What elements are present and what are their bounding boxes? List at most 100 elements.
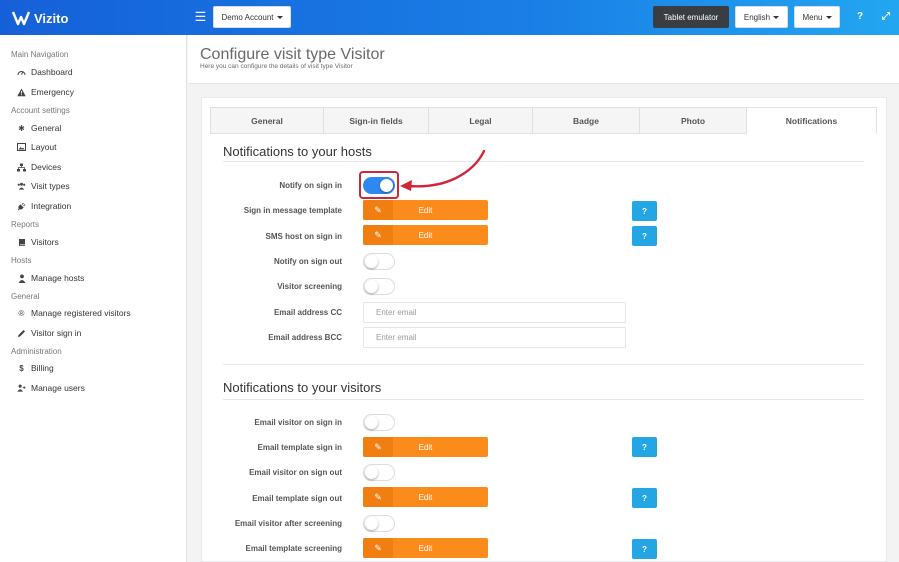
tab-general[interactable]: General	[210, 107, 323, 134]
notify-on-sign-out-label: Notify on sign out	[274, 257, 342, 266]
email-template-sign-in-edit-button[interactable]: ✎ Edit	[363, 437, 488, 457]
sms-host-on-sign-in-label: SMS host on sign in	[265, 232, 342, 241]
sidebar-item-label: General	[31, 123, 62, 133]
book-icon	[17, 238, 26, 247]
gear-icon: ✱	[18, 123, 25, 133]
menu-toggle-icon[interactable]: ☰	[194, 10, 207, 24]
chevron-down-icon	[773, 15, 780, 19]
sidebar-item-manage-users[interactable]: Manage users	[17, 381, 85, 395]
edit-label: Edit	[418, 230, 433, 240]
sidebar-item-manage-registered-visitors[interactable]: ® Manage registered visitors	[17, 306, 131, 320]
visitors-section-title: Notifications to your visitors	[223, 380, 382, 395]
tab-legal[interactable]: Legal	[428, 107, 532, 134]
sidebar-item-dashboard[interactable]: Dashboard	[17, 65, 73, 79]
sidebar-item-label: Layout	[31, 142, 57, 152]
sidebar-heading: Administration	[11, 347, 62, 356]
top-navbar: Vizito ☰ Demo Account Tablet emulator En…	[0, 0, 899, 35]
fullscreen-icon[interactable]: ⤢	[880, 11, 892, 23]
sidebar-item-visitor-sign-in[interactable]: Visitor sign in	[17, 326, 81, 340]
sidebar-item-integration[interactable]: Integration	[17, 199, 71, 213]
tablet-emulator-label: Tablet emulator	[663, 12, 719, 22]
notify-on-sign-in-label: Notify on sign in	[279, 181, 342, 190]
email-visitor-on-sign-in-label: Email visitor on sign in	[254, 418, 342, 427]
dashboard-icon	[17, 68, 26, 77]
email-template-screening-edit-button[interactable]: ✎ Edit	[363, 538, 488, 558]
sidebar-item-label: Visitors	[31, 237, 59, 247]
language-label: English	[743, 12, 771, 22]
sidebar-item-manage-hosts[interactable]: Manage hosts	[17, 271, 84, 285]
registered-icon: ®	[18, 308, 25, 318]
sidebar-item-layout[interactable]: Layout	[17, 140, 57, 154]
menu-label: Menu	[802, 12, 823, 22]
sidebar-item-general[interactable]: ✱ General	[17, 121, 61, 135]
sidebar-item-label: Dashboard	[31, 67, 73, 77]
edit-icon: ✎	[363, 225, 393, 245]
email-template-sign-out-edit-button[interactable]: ✎ Edit	[363, 487, 488, 507]
sign-in-message-template-label: Sign in message template	[243, 206, 342, 215]
visitor-screening-toggle[interactable]	[363, 278, 395, 295]
divider	[223, 161, 864, 162]
sidebar-heading: Hosts	[11, 256, 32, 265]
sign-in-message-template-edit-button[interactable]: ✎ Edit	[363, 200, 488, 220]
email-bcc-input[interactable]	[363, 327, 626, 348]
email-template-screening-label: Email template screening	[245, 544, 342, 553]
tab-sign-in-fields[interactable]: Sign-in fields	[323, 107, 428, 134]
email-template-screening-help-button[interactable]: ?	[632, 539, 657, 559]
toggle-knob	[365, 466, 378, 479]
email-template-sign-in-help-button[interactable]: ?	[632, 437, 657, 457]
divider	[223, 399, 864, 400]
sidebar-item-emergency[interactable]: Emergency	[17, 85, 74, 99]
vizito-logo-icon	[12, 11, 30, 26]
tab-badge[interactable]: Badge	[532, 107, 639, 134]
sitemap-icon	[17, 163, 26, 172]
email-visitor-on-sign-out-toggle[interactable]	[363, 464, 395, 481]
edit-label: Edit	[418, 492, 433, 502]
edit-label: Edit	[418, 205, 433, 215]
edit-icon: ✎	[363, 487, 393, 507]
tab-photo[interactable]: Photo	[639, 107, 746, 134]
edit-label: Edit	[418, 442, 433, 452]
notify-on-sign-out-toggle[interactable]	[363, 253, 395, 270]
account-dropdown[interactable]: Demo Account	[213, 6, 291, 28]
sidebar-heading: Account settings	[11, 106, 70, 115]
sidebar-item-visit-types[interactable]: Visit types	[17, 179, 70, 193]
sign-in-message-template-help-button[interactable]: ?	[632, 201, 657, 221]
email-template-sign-out-help-button[interactable]: ?	[632, 488, 657, 508]
annotation-arrow	[400, 149, 486, 191]
pencil-icon	[17, 329, 26, 338]
sidebar-heading: Reports	[11, 220, 40, 229]
sms-host-help-button[interactable]: ?	[632, 226, 657, 246]
sidebar-item-billing[interactable]: $ Billing	[17, 361, 54, 375]
tablet-emulator-button[interactable]: Tablet emulator	[653, 6, 729, 28]
email-visitor-on-sign-in-toggle[interactable]	[363, 414, 395, 431]
tab-label: Legal	[469, 115, 492, 126]
tab-label: General	[251, 115, 283, 126]
sidebar-item-label: Devices	[31, 162, 62, 172]
page-subtitle: Here you can configure the details of vi…	[200, 63, 353, 70]
tab-label: Badge	[573, 115, 599, 126]
chevron-down-icon	[825, 15, 832, 19]
sidebar-item-label: Manage registered visitors	[31, 308, 131, 318]
sidebar-item-label: Manage hosts	[31, 273, 85, 283]
sidebar-item-label: Integration	[31, 201, 72, 211]
email-cc-input[interactable]	[363, 302, 626, 323]
sidebar-item-visitors[interactable]: Visitors	[17, 235, 59, 249]
sidebar-item-label: Emergency	[31, 87, 74, 97]
email-bcc-label: Email address BCC	[268, 333, 342, 342]
email-visitor-on-sign-out-label: Email visitor on sign out	[249, 468, 342, 477]
hosts-section-title: Notifications to your hosts	[223, 144, 372, 159]
email-visitor-after-screening-toggle[interactable]	[363, 515, 395, 532]
page-header: Configure visit type Visitor Here you ca…	[188, 35, 899, 84]
tab-label: Notifications	[785, 115, 838, 126]
sms-host-edit-button[interactable]: ✎ Edit	[363, 225, 488, 245]
toggle-knob	[365, 255, 378, 268]
sidebar-item-devices[interactable]: Devices	[17, 160, 61, 174]
toggle-knob	[365, 517, 378, 530]
help-icon[interactable]: ?	[854, 11, 866, 23]
tab-bar: General Sign-in fields Legal Badge Photo…	[210, 107, 877, 135]
menu-dropdown[interactable]: Menu	[794, 6, 840, 28]
sidebar-item-label: Billing	[31, 363, 54, 373]
language-dropdown[interactable]: English	[735, 6, 788, 28]
app-logo[interactable]: Vizito	[12, 9, 68, 27]
tab-notifications[interactable]: Notifications	[746, 107, 877, 134]
